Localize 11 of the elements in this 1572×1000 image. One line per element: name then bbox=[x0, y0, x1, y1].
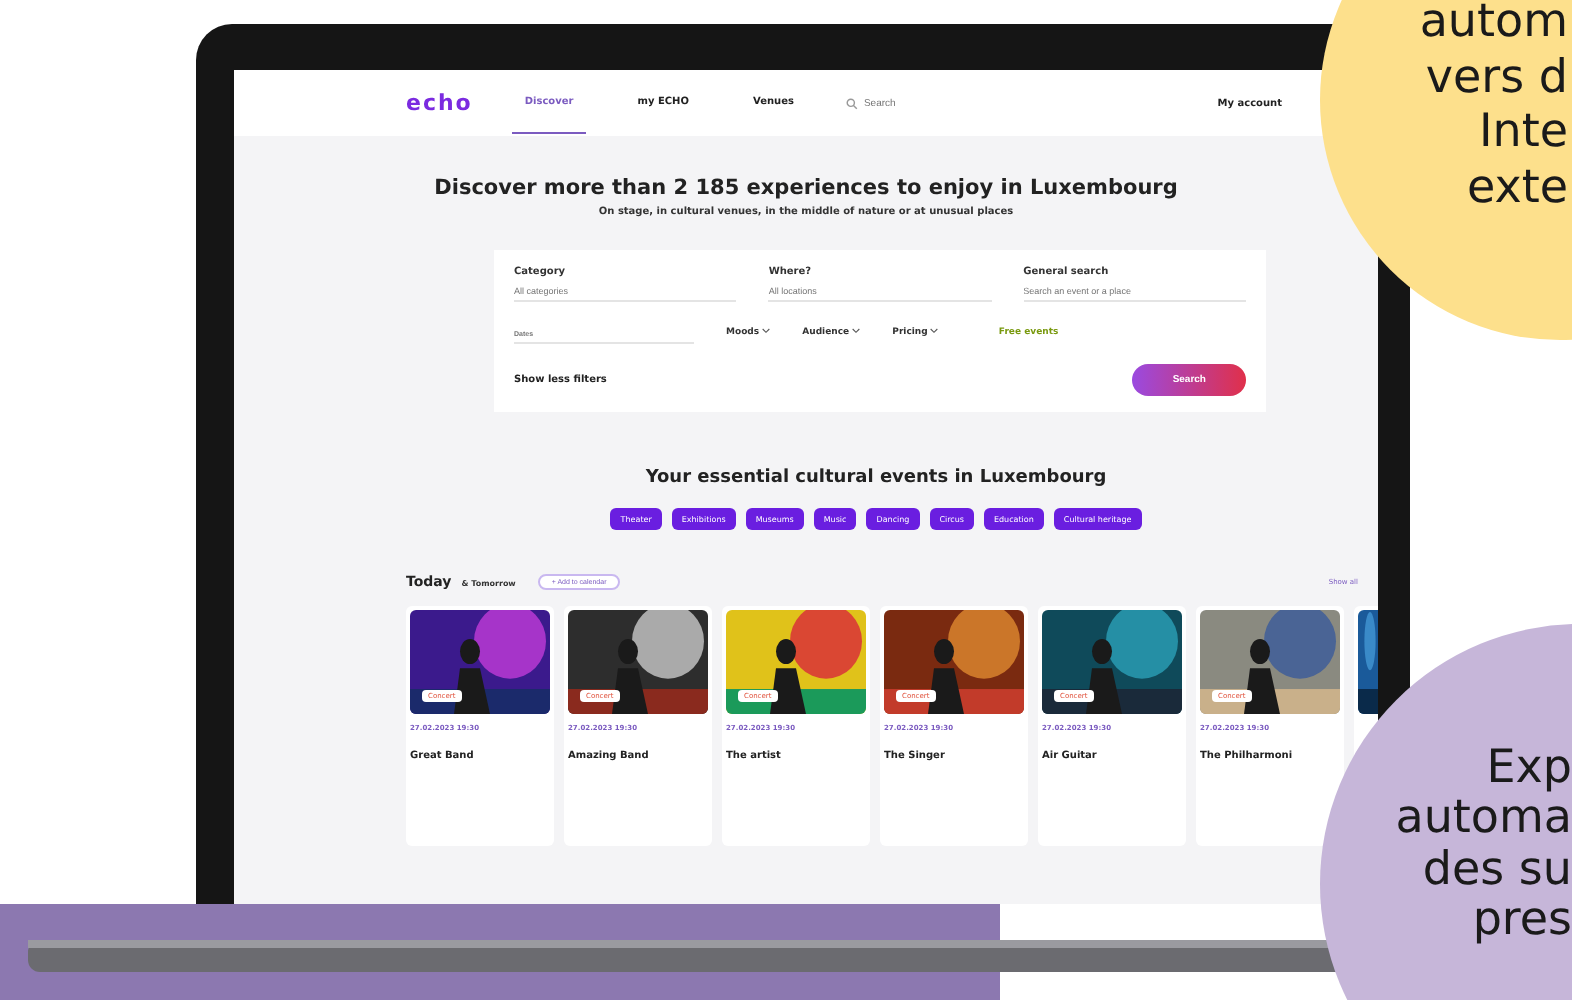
echo-logo[interactable]: echo bbox=[406, 90, 473, 116]
callout-text: pres bbox=[1472, 895, 1572, 947]
callout-text: Exp bbox=[1486, 744, 1572, 795]
callout-text: vers d bbox=[1425, 51, 1568, 107]
callout-text: autom bbox=[1419, 0, 1568, 52]
callout-text: exte bbox=[1466, 161, 1568, 217]
callout-text: automa bbox=[1395, 794, 1572, 846]
callout-text: des su bbox=[1422, 845, 1572, 896]
hero-title: Discover more than 2 185 experiences to enjoy in Luxembourg bbox=[432, 176, 1180, 200]
callout-text: Inte bbox=[1478, 106, 1568, 162]
section-title: Your essential cultural events in Luxembourg bbox=[643, 468, 1109, 488]
